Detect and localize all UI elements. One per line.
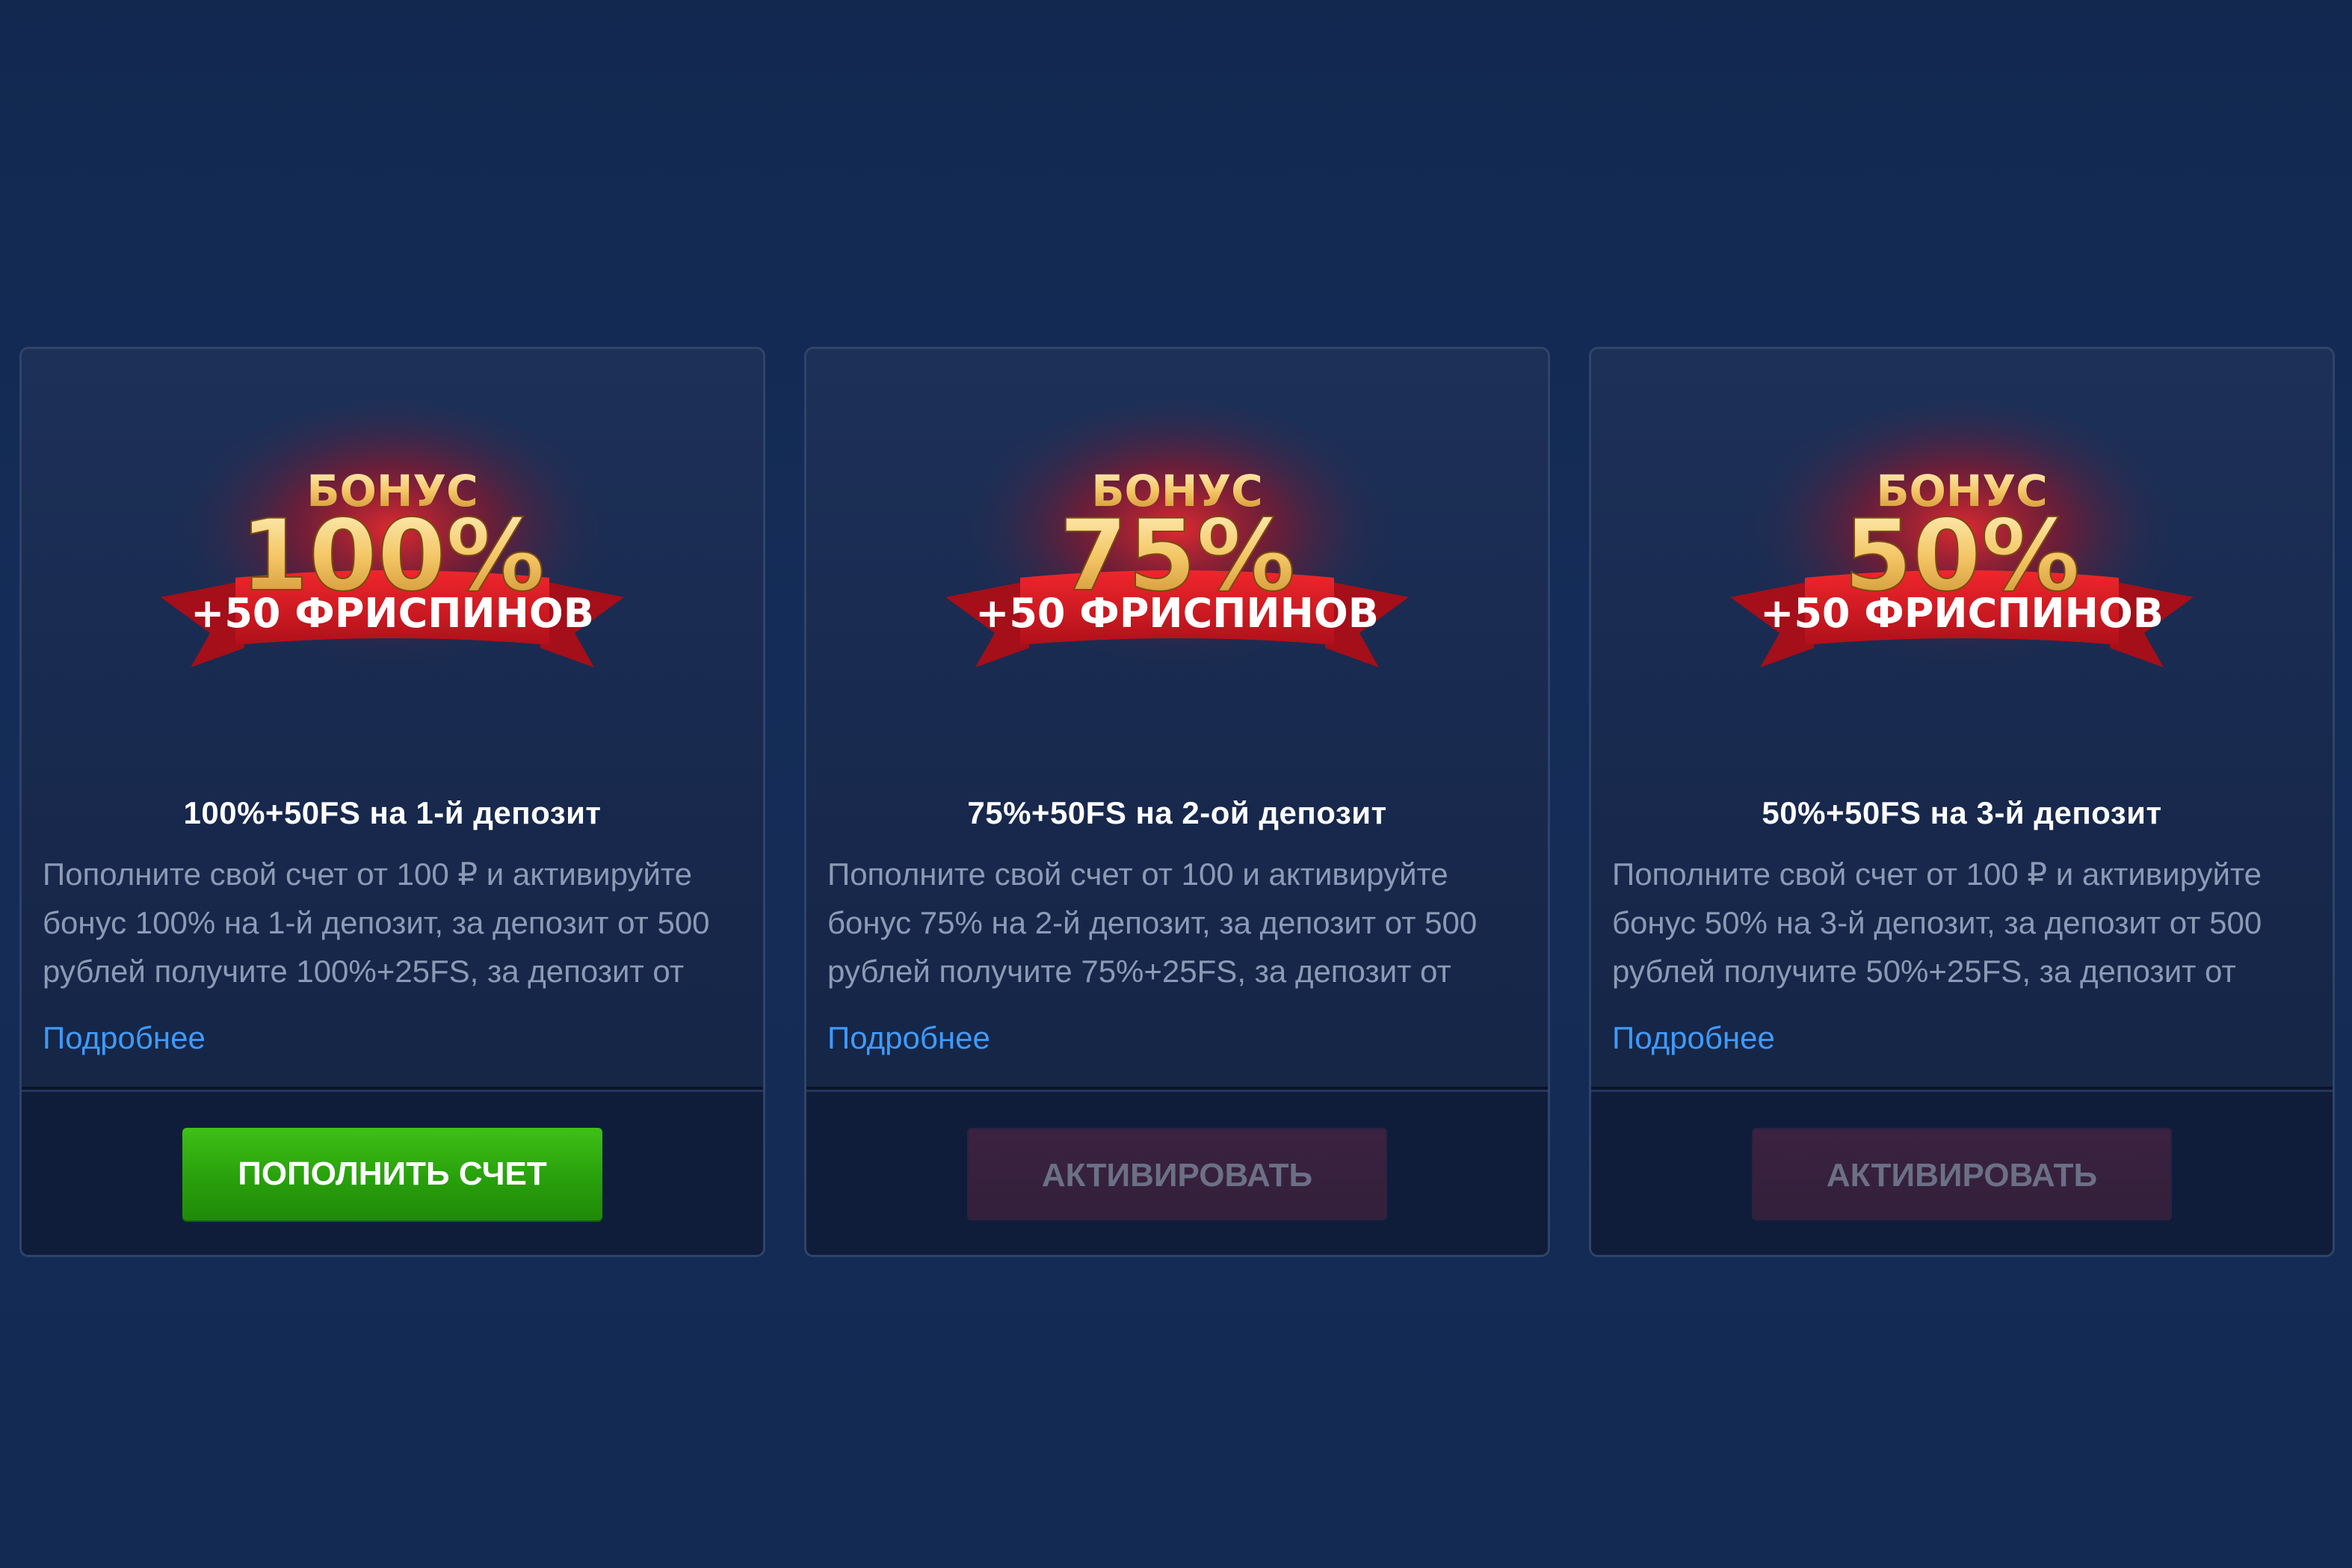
bonus-description: Пополните свой счет от 100 и активируйте…	[827, 856, 1478, 989]
banner-ribbon-text: +50 ФРИСПИНОВ	[1760, 590, 2164, 637]
bonus-banner-graphic: БОНУС 50% +50 ФРИСПИНОВ	[1730, 401, 2194, 685]
bonus-title: 75%+50FS на 2-ой депозит	[967, 795, 1387, 830]
banner-ribbon-text: +50 ФРИСПИНОВ	[975, 590, 1379, 637]
bonus-card-third-deposit: БОНУС 50% +50 ФРИСПИНОВ 50%+50FS на 3-й …	[1589, 347, 2335, 1257]
bonus-card-first-deposit: БОНУС 100% +50 ФРИСПИНОВ 100%+50FS на 1-…	[19, 347, 765, 1257]
activate-button[interactable]: АКТИВИРОВАТЬ	[967, 1128, 1387, 1220]
bonus-title: 100%+50FS на 1-й депозит	[183, 795, 602, 830]
bonus-page: БОНУС 100% +50 ФРИСПИНОВ 100%+50FS на 1-…	[0, 0, 2352, 1568]
more-details-link[interactable]: Подробнее	[827, 1020, 990, 1056]
bonus-title: 50%+50FS на 3-й депозит	[1762, 795, 2162, 830]
activate-button[interactable]: АКТИВИРОВАТЬ	[1752, 1128, 2172, 1220]
banner-ribbon-text: +50 ФРИСПИНОВ	[191, 590, 594, 637]
bonus-banner-image: БОНУС 100% +50 ФРИСПИНОВ	[146, 394, 639, 730]
bonus-banner-image: БОНУС 50% +50 ФРИСПИНОВ	[1715, 394, 2209, 730]
more-details-link[interactable]: Подробнее	[1612, 1020, 1775, 1056]
bonus-cards-list: БОНУС 100% +50 ФРИСПИНОВ 100%+50FS на 1-…	[19, 347, 2336, 1260]
bonus-description: Пополните свой счет от 100 ₽ и активируй…	[43, 856, 710, 989]
bonus-description: Пополните свой счет от 100 ₽ и активируй…	[1612, 856, 2262, 989]
bonus-card-second-deposit: БОНУС 75% +50 ФРИСПИНОВ 75%+50FS на 2-ой…	[804, 347, 1550, 1257]
bonus-banner-image: БОНУС 75% +50 ФРИСПИНОВ	[930, 394, 1424, 730]
bonus-banner-graphic: БОНУС 100% +50 ФРИСПИНОВ	[161, 401, 624, 685]
bonus-banner-graphic: БОНУС 75% +50 ФРИСПИНОВ	[945, 401, 1409, 685]
more-details-link[interactable]: Подробнее	[43, 1020, 206, 1056]
card-footer: АКТИВИРОВАТЬ	[806, 1087, 1548, 1255]
deposit-button[interactable]: ПОПОЛНИТЬ СЧЕТ	[182, 1128, 602, 1220]
card-footer: АКТИВИРОВАТЬ	[1591, 1087, 2333, 1255]
card-footer: ПОПОЛНИТЬ СЧЕТ	[22, 1087, 763, 1255]
